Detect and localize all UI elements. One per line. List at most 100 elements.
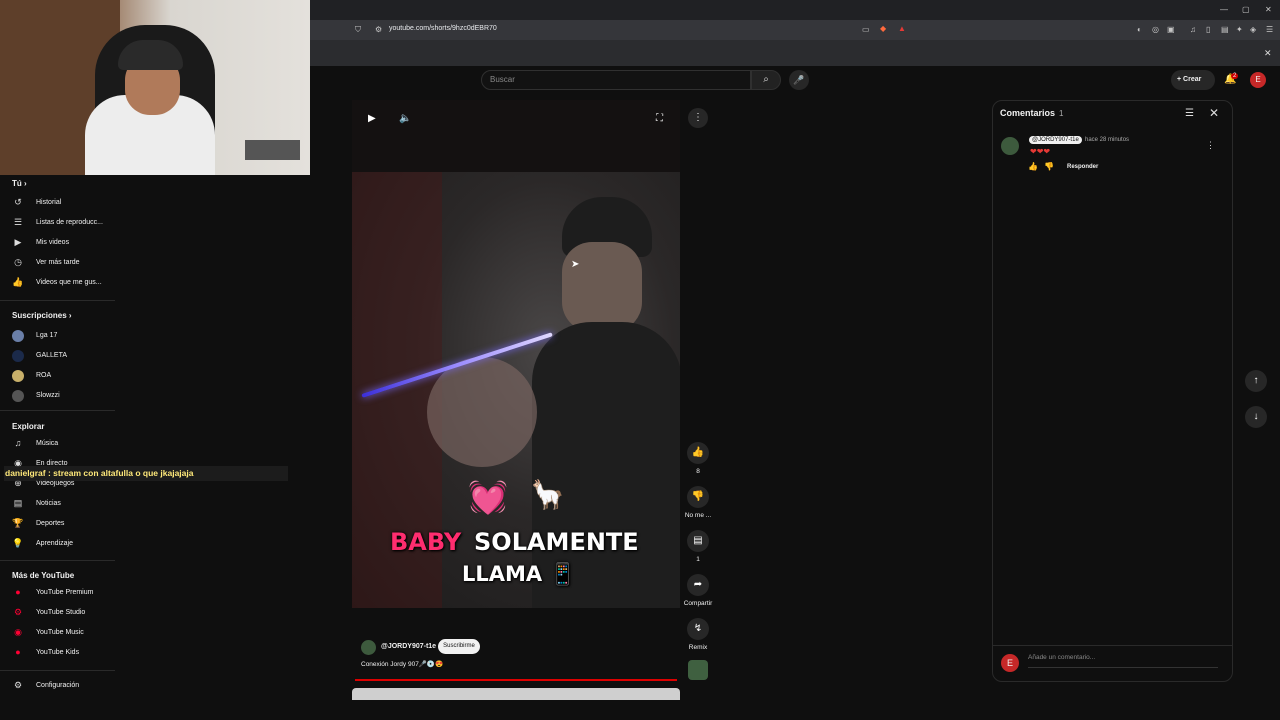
search-button[interactable]: ⌕ <box>751 70 781 90</box>
extension-alert-icon[interactable]: ▲ <box>898 24 906 34</box>
sidebar-item-music-app[interactable]: ◉ YouTube Music <box>0 623 115 643</box>
sidebar-more-heading: Más de YouTube <box>12 571 75 580</box>
my-avatar: E <box>1001 654 1019 672</box>
comments-title: Comentarios <box>1000 108 1056 118</box>
account-avatar[interactable]: E <box>1250 72 1266 88</box>
close-window-icon[interactable]: ✕ <box>1265 5 1272 15</box>
comment-dislike-icon[interactable]: 👎 <box>1044 162 1054 171</box>
vpn-icon[interactable]: ◈ <box>1250 25 1256 35</box>
webcam-desk-object <box>245 140 300 160</box>
sidebar-item-channel[interactable]: Slowzzi <box>0 386 115 406</box>
video-progress-bar[interactable] <box>355 679 677 681</box>
add-comment-input[interactable]: Añade un comentario... <box>1028 654 1218 668</box>
video-title[interactable]: Conexión Jordy 907🎤💿😍 <box>361 660 443 668</box>
share-label: Compartir <box>683 600 713 607</box>
trophy-icon: 🏆 <box>12 518 24 528</box>
sidebar-item-my-videos[interactable]: ▶ Mis videos <box>0 233 115 253</box>
channel-avatar <box>12 350 24 362</box>
close-icon[interactable]: ✕ <box>1209 106 1219 120</box>
share-button[interactable]: ➦ Compartir <box>684 574 712 607</box>
previous-short-button[interactable]: ↑ <box>1245 370 1267 392</box>
close-icon[interactable]: ✕ <box>1264 48 1272 59</box>
dislike-button[interactable]: 👎 No me ... <box>685 486 711 519</box>
webcam-overlay <box>0 0 310 175</box>
sidebar-item-sports[interactable]: 🏆 Deportes <box>0 514 115 534</box>
thumbs-up-icon: 👍 <box>687 442 709 464</box>
minimize-icon[interactable]: — <box>1220 5 1228 15</box>
llama-emoji: 🦙 <box>530 479 565 510</box>
create-button[interactable]: + Crear <box>1171 70 1215 90</box>
reply-button[interactable]: Responder <box>1067 164 1098 170</box>
comments-count: 1 <box>696 556 700 563</box>
sidebar-item-learning[interactable]: 💡 Aprendizaje <box>0 534 115 554</box>
youtube-kids-icon: ● <box>15 647 21 657</box>
sidebar-toggle-icon[interactable]: ▯ <box>1206 25 1210 35</box>
extension-icon-3[interactable]: ▣ <box>1167 25 1175 35</box>
channel-name[interactable]: @JORDY907-t1e <box>381 643 436 650</box>
video-top-area <box>352 100 680 172</box>
playlist-icon: ☰ <box>13 217 23 227</box>
sidebar-you-heading[interactable]: Tú › <box>12 179 27 188</box>
comment-icon: ▤ <box>687 530 709 552</box>
brave-shield-icon[interactable]: ◆ <box>880 24 886 34</box>
caption-word-solamente: SOLAMENTE <box>474 528 639 556</box>
more-options-icon[interactable]: ⋮ <box>1206 140 1215 151</box>
sidebar-item-premium[interactable]: ● YouTube Premium <box>0 583 115 603</box>
volume-icon[interactable]: 🔈 <box>399 113 411 124</box>
sidebar-item-channel[interactable]: ROA <box>0 366 115 386</box>
sidebar-explore-heading: Explorar <box>12 422 45 431</box>
sidebar-item-news[interactable]: ▤ Noticias <box>0 494 115 514</box>
heart-emoji: 💓 <box>468 479 508 515</box>
search-input[interactable] <box>481 70 751 90</box>
sidebar-item-watch-later[interactable]: ◷ Ver más tarde <box>0 253 115 273</box>
sidebar-item-liked[interactable]: 👍 Videos que me gus... <box>0 273 115 293</box>
extension-icon-2[interactable]: ◎ <box>1152 25 1159 35</box>
bookmark-icon[interactable]: ⛉ <box>355 25 361 35</box>
comments-button[interactable]: ▤ 1 <box>686 530 710 563</box>
ai-icon[interactable]: ✦ <box>1236 25 1243 35</box>
channel-avatar[interactable] <box>361 640 376 655</box>
wallet-icon[interactable]: ▤ <box>1221 25 1229 35</box>
sidebar-item-playlists[interactable]: ☰ Listas de reproducc... <box>0 213 115 233</box>
maximize-icon[interactable]: ▢ <box>1242 5 1250 15</box>
extension-icon[interactable]: ◐ <box>1137 25 1142 35</box>
sidebar-item-kids[interactable]: ● YouTube Kids <box>0 643 115 663</box>
like-count: 8 <box>696 468 700 475</box>
thumbs-up-icon: 👍 <box>12 277 24 287</box>
voice-search-button[interactable]: 🎤 <box>789 70 809 90</box>
play-icon[interactable]: ▶ <box>368 113 376 124</box>
sidebar-subscriptions-heading[interactable]: Suscripciones › <box>12 311 72 320</box>
next-short-button[interactable]: ↓ <box>1245 406 1267 428</box>
sound-thumbnail[interactable] <box>688 660 708 680</box>
sidebar-item-settings[interactable]: ⚙ Configuración <box>0 676 115 696</box>
comment-author[interactable]: @JORDY907-t1e <box>1029 136 1082 144</box>
clock-icon: ◷ <box>14 257 22 267</box>
comment-author-avatar[interactable] <box>1001 137 1019 155</box>
sidebar-item-history[interactable]: ↺ Historial <box>0 193 115 213</box>
sidebar-item-channel[interactable]: Lga 17 <box>0 326 115 346</box>
video-hand-blur <box>427 357 537 467</box>
comments-divider <box>993 645 1232 646</box>
subscribe-button[interactable]: Suscribirme <box>438 639 480 654</box>
channel-avatar <box>12 390 24 402</box>
url-text[interactable]: youtube.com/shorts/9hzc0dEBR70 <box>389 25 497 32</box>
menu-icon[interactable]: ☰ <box>1266 25 1273 35</box>
sidebar-divider <box>0 670 115 671</box>
sidebar-item-studio[interactable]: ⚙ YouTube Studio <box>0 603 115 623</box>
media-icon[interactable]: ♫ <box>1190 25 1196 35</box>
fullscreen-icon[interactable]: ⛶ <box>656 113 663 124</box>
more-options-icon[interactable]: ⋮ <box>688 108 708 128</box>
gear-icon: ⚙ <box>13 680 23 690</box>
sort-icon[interactable]: ☰ <box>1185 108 1194 119</box>
dislike-label: No me ... <box>684 512 712 519</box>
cast-icon[interactable]: ▭ <box>862 25 870 35</box>
comment-time[interactable]: hace 28 minutos <box>1085 137 1129 143</box>
site-info-icon[interactable]: ⚙ <box>375 25 382 35</box>
sidebar-item-music[interactable]: ♫ Música <box>0 434 115 454</box>
sidebar-item-channel[interactable]: GALLETA <box>0 346 115 366</box>
like-button[interactable]: 👍 8 <box>686 442 710 475</box>
mouse-cursor-icon: ➤ <box>571 259 580 270</box>
comment-like-icon[interactable]: 👍 <box>1028 162 1038 171</box>
remix-button[interactable]: ↯ Remix <box>686 618 710 651</box>
microphone-icon: 🎤 <box>793 75 805 85</box>
